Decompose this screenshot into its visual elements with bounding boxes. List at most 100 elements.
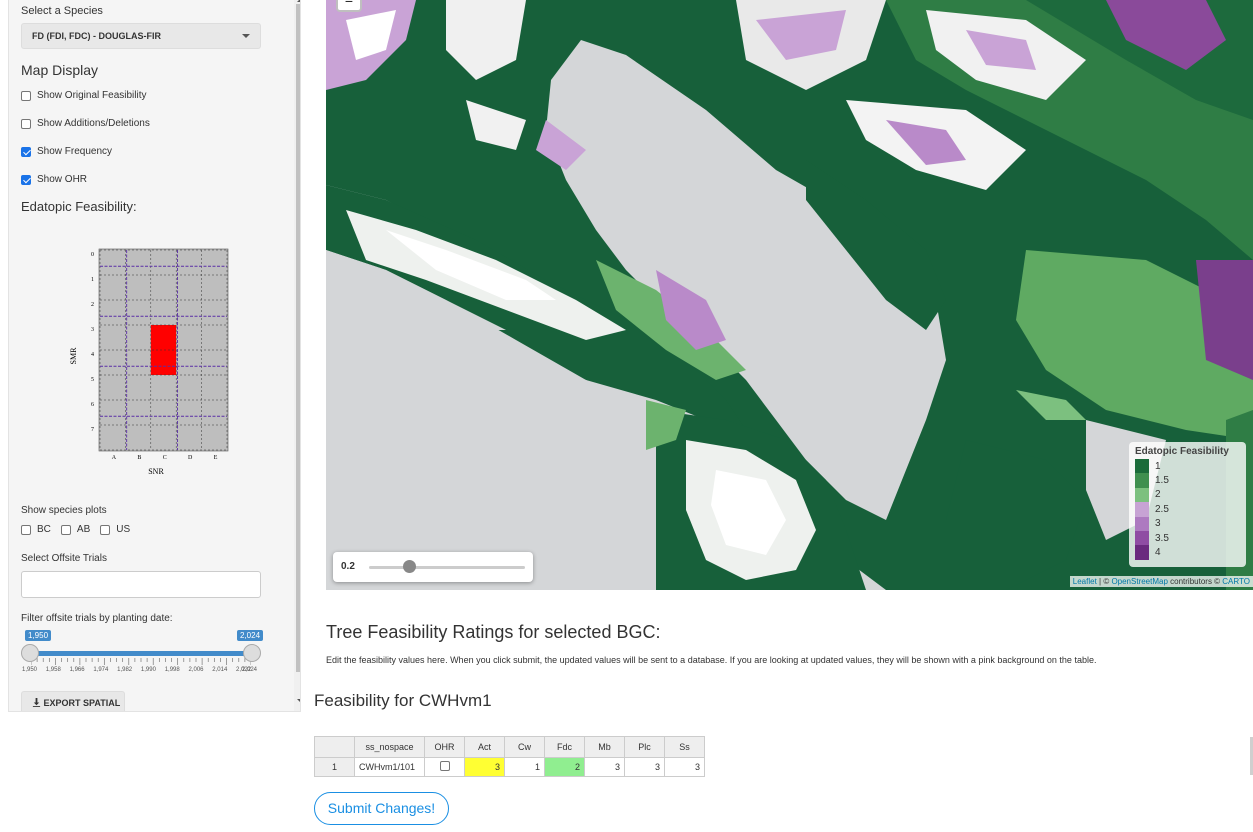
chevron-down-icon [242,34,250,38]
checkbox-box[interactable] [21,90,31,101]
ss-cell[interactable]: 3 [664,757,705,777]
act-cell[interactable]: 3 [464,757,505,777]
checkbox-box[interactable] [21,174,31,185]
range-to-handle[interactable] [243,644,261,662]
section-description: Edit the feasibility values here. When y… [326,655,1097,665]
scroll-down-icon[interactable] [297,699,300,703]
opacity-value: 0.2 [341,561,355,572]
legend-item: 3.5 [1135,530,1240,546]
show-frequency-checkbox[interactable]: Show Frequency [21,146,112,157]
table-header[interactable]: ss_nospace [354,736,425,758]
plc-cell[interactable]: 3 [624,757,665,777]
table-header[interactable]: Act [464,736,505,758]
legend-swatch [1135,545,1149,560]
zoom-out-label: − [344,0,354,9]
leaflet-link[interactable]: Leaflet [1073,577,1097,586]
checkbox-label: BC [37,524,51,535]
table-header[interactable]: Ss [664,736,705,758]
bc-checkbox[interactable]: BC [21,524,51,535]
edatopic-ytick: 1 [91,277,94,283]
planting-date-range-slider[interactable]: 1,950 2,024 1,950 1,958 1,966 1,974 1,982 1,9… [21,630,264,685]
map-display-heading: Map Display [21,62,99,78]
opacity-track[interactable] [369,566,525,569]
legend-swatch [1135,473,1149,488]
osm-link[interactable]: OpenStreetMap [1111,577,1167,586]
scrollbar-thumb[interactable] [296,4,300,672]
table-header-row: ss_nospace OHR Act Cw Fdc Mb Plc Ss [314,736,705,758]
map-tiles [326,0,1253,590]
range-bar [31,651,251,656]
range-tick-label: 1,982 [117,667,133,673]
range-tick-label: 1,966 [69,667,85,673]
species-select-label: Select a Species [21,5,103,17]
show-original-feasibility-checkbox[interactable]: Show Original Feasibility [21,90,147,101]
table-header[interactable]: Fdc [544,736,585,758]
range-tick-label: 1,990 [140,667,156,673]
opacity-knob[interactable] [403,560,416,573]
zoom-out-button[interactable]: − [336,0,362,12]
show-additions-deletions-checkbox[interactable]: Show Additions/Deletions [21,118,150,129]
opacity-slider-control[interactable]: 0.2 [333,552,533,582]
legend-label: 1.5 [1155,475,1169,487]
legend-label: 3.5 [1155,532,1169,544]
legend-item: 2 [1135,487,1240,503]
offsite-trials-label: Select Offsite Trials [21,553,107,564]
table-header[interactable]: Mb [584,736,625,758]
ss-nospace-cell[interactable]: CWHvm1/101 [354,757,425,777]
show-ohr-checkbox[interactable]: Show OHR [21,174,87,185]
legend-swatch [1135,487,1149,503]
cw-cell[interactable]: 1 [504,757,545,777]
checkbox-box[interactable] [21,524,31,535]
range-to-badge: 2,024 [237,630,264,641]
fdc-cell[interactable]: 2 [544,757,585,777]
species-plots-label: Show species plots [21,505,107,516]
edatopic-ytick: 0 [91,252,94,258]
edatopic-highlight-cell [150,325,177,350]
checkbox-box[interactable] [100,524,111,535]
submit-changes-button[interactable]: Submit Changes! [314,792,449,825]
ohr-cell[interactable] [424,757,465,777]
map-attribution: Leaflet | © OpenStreetMap contributors ©… [1069,576,1253,587]
range-tick-label: 1,958 [45,667,61,673]
section-title: Tree Feasibility Ratings for selected BG… [326,622,661,642]
us-checkbox[interactable]: US [100,524,130,535]
feasibility-table[interactable]: ss_nospace OHR Act Cw Fdc Mb Plc Ss 1 CW… [314,736,705,777]
legend-item: 2.5 [1135,502,1240,517]
offsite-trials-input[interactable] [21,571,261,598]
range-tick-label: 2,006 [188,667,204,673]
ab-checkbox[interactable]: AB [60,524,90,535]
legend-label: 2 [1155,489,1161,501]
table-row[interactable]: 1 CWHvm1/101 3 1 2 3 3 3 [314,757,705,777]
carto-link[interactable]: CARTO [1222,577,1250,586]
checkbox-box[interactable] [60,524,71,535]
edatopic-ytick: 7 [91,427,94,433]
legend-label: 3 [1155,518,1161,530]
table-header[interactable]: Cw [504,736,545,758]
edatopic-xlabel: SNR [148,467,164,476]
legend-title: Edatopic Feasibility [1135,446,1229,457]
checkbox-box[interactable] [21,118,31,129]
sidebar-scrollbar[interactable] [294,0,300,711]
edatopic-xtick: B [137,455,141,461]
species-select[interactable]: FD (FDI, FDC) - DOUGLAS-FIR [21,23,261,49]
feasibility-title: Feasibility for CWHvm1 [314,691,492,710]
table-header[interactable]: Plc [624,736,665,758]
edatopic-heading: Edatopic Feasibility: [21,199,137,214]
ohr-checkbox[interactable] [439,761,450,771]
checkbox-label: US [116,524,131,535]
feasibility-map[interactable]: − 0.2 Edatopic Feasibility 1 1.5 2 2.5 3 3.5 4… [326,0,1253,590]
edatopic-ytick: 6 [91,402,94,408]
edatopic-ytick: 2 [91,302,94,308]
range-tick-label: 2,024 [242,667,258,673]
legend-swatch [1135,459,1149,474]
legend-swatch [1135,502,1149,517]
checkbox-box[interactable] [21,146,31,157]
mb-cell[interactable]: 3 [584,757,625,777]
scroll-up-icon[interactable] [297,0,300,2]
checkbox-label: Show Frequency [37,146,113,157]
attribution-contributors: contributors © [1167,577,1223,586]
edatopic-ytick: 3 [91,327,94,333]
table-header[interactable]: OHR [424,736,465,758]
export-spatial-button[interactable]: EXPORT SPATIAL [21,691,125,711]
range-from-handle[interactable] [21,644,39,662]
